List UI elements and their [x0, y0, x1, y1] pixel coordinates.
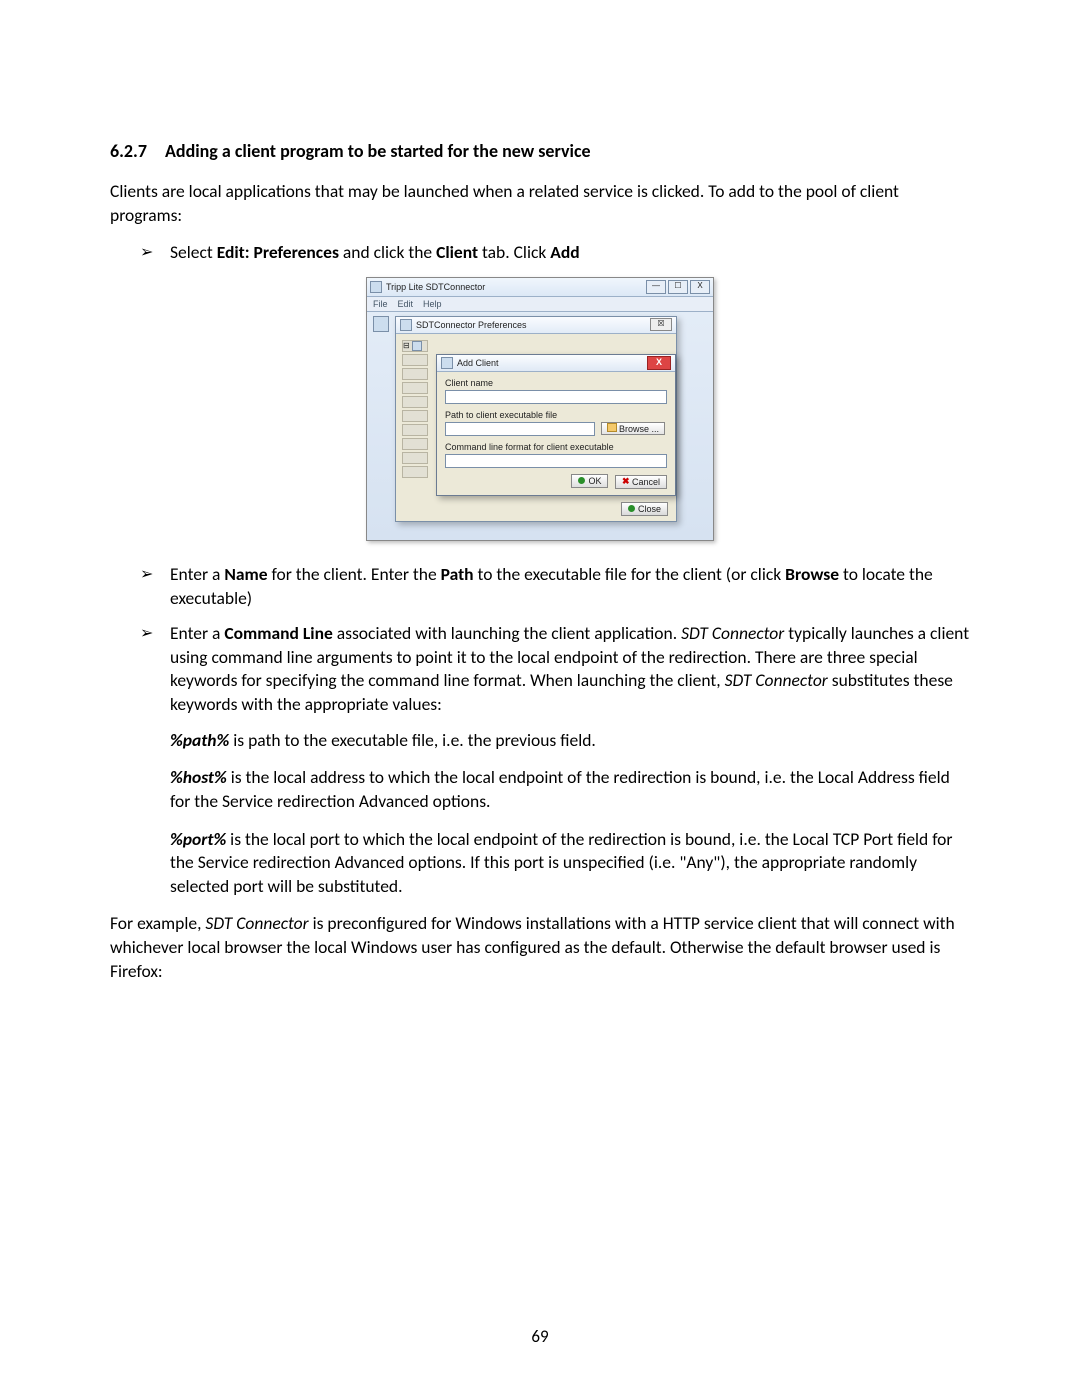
text: SDT Connector — [725, 669, 828, 691]
add-client-close-button[interactable]: X — [647, 356, 671, 370]
prefs-icon — [400, 319, 412, 331]
check-icon — [578, 477, 585, 484]
page-number: 69 — [0, 1326, 1080, 1347]
preferences-title: SDTConnector Preferences — [416, 320, 527, 330]
bullet-arrow-icon: ➢ — [140, 563, 170, 610]
section-heading: 6.2.7Adding a client program to be start… — [110, 140, 970, 162]
text: Name — [224, 563, 267, 585]
text: Client — [436, 241, 478, 263]
text: associated with launching the client app… — [333, 622, 681, 644]
text: is path to the executable file, i.e. the… — [229, 729, 596, 751]
client-name-input[interactable] — [445, 390, 667, 404]
keyword-port: %port% is the local port to which the lo… — [170, 828, 970, 899]
text: Enter a — [170, 622, 224, 644]
ok-label: OK — [588, 476, 601, 486]
app-icon — [370, 281, 382, 293]
screenshot-figure: Tripp Lite SDTConnector — ☐ X File Edit … — [366, 277, 714, 541]
bullet-3: ➢ Enter a Command Line associated with l… — [140, 622, 970, 717]
main-window-title: Tripp Lite SDTConnector — [386, 282, 485, 292]
maximize-button[interactable]: ☐ — [668, 280, 688, 294]
add-client-title: Add Client — [457, 358, 499, 368]
preferences-window: SDTConnector Preferences ☒ ⊟ Add Client — [395, 316, 677, 522]
folder-icon — [607, 423, 617, 432]
check-icon — [628, 505, 635, 512]
bullet-arrow-icon: ➢ — [140, 622, 170, 717]
text: Browse — [785, 563, 839, 585]
text: %host% — [170, 766, 227, 788]
text: %path% — [170, 729, 229, 751]
preferences-close-button[interactable]: Close — [621, 502, 668, 516]
menu-help[interactable]: Help — [423, 299, 442, 309]
bullet-arrow-icon: ➢ — [140, 241, 170, 265]
intro-paragraph: Clients are local applications that may … — [110, 180, 970, 227]
text: %port% — [170, 828, 226, 850]
close-button[interactable]: X — [690, 280, 710, 294]
text: SDT Connector — [205, 912, 308, 934]
text: Command Line — [224, 622, 332, 644]
x-icon: ✖ — [622, 478, 629, 485]
text: Add — [550, 241, 579, 263]
prefs-close-icon[interactable]: ☒ — [650, 318, 672, 331]
cancel-label: Cancel — [632, 477, 660, 487]
text: tab. Click — [478, 241, 550, 263]
text: SDT Connector — [681, 622, 784, 644]
ok-button[interactable]: OK — [571, 474, 608, 488]
text: to the executable file for the client (o… — [474, 563, 786, 585]
close-label: Close — [638, 504, 661, 514]
keyword-path: %path% is path to the executable file, i… — [170, 729, 970, 753]
menu-edit[interactable]: Edit — [398, 299, 414, 309]
add-client-dialog: Add Client X Client name Path to client … — [436, 354, 676, 496]
sidebar-tree[interactable]: ⊟ — [402, 340, 428, 490]
closing-paragraph: For example, SDT Connector is preconfigu… — [110, 912, 970, 983]
command-line-input[interactable] — [445, 454, 667, 468]
text: is the local address to which the local … — [170, 766, 950, 812]
add-client-icon — [441, 357, 453, 369]
client-path-input[interactable] — [445, 422, 595, 436]
bullet-2: ➢ Enter a Name for the client. Enter the… — [140, 563, 970, 610]
section-number: 6.2.7 — [110, 140, 165, 162]
menu-bar: File Edit Help — [367, 297, 713, 312]
browse-label: Browse ... — [619, 424, 659, 434]
text: Edit: Preferences — [217, 241, 339, 263]
cancel-button[interactable]: ✖Cancel — [615, 475, 667, 489]
text: is the local port to which the local end… — [170, 828, 953, 897]
toolbar-icon[interactable] — [373, 316, 389, 332]
text: Enter a — [170, 563, 224, 585]
menu-file[interactable]: File — [373, 299, 388, 309]
text: Path — [441, 563, 474, 585]
text: For example, — [110, 912, 205, 934]
minimize-button[interactable]: — — [646, 280, 666, 294]
text: Select — [170, 241, 217, 263]
browse-button[interactable]: Browse ... — [601, 422, 666, 435]
client-path-label: Path to client executable file — [445, 410, 667, 420]
keyword-host: %host% is the local address to which the… — [170, 766, 970, 813]
text: and click the — [339, 241, 436, 263]
command-line-label: Command line format for client executabl… — [445, 442, 667, 452]
main-window-titlebar: Tripp Lite SDTConnector — ☐ X — [367, 278, 713, 297]
client-name-label: Client name — [445, 378, 667, 388]
bullet-1: ➢ Select Edit: Preferences and click the… — [140, 241, 970, 265]
text: for the client. Enter the — [268, 563, 441, 585]
section-title: Adding a client program to be started fo… — [165, 140, 591, 162]
